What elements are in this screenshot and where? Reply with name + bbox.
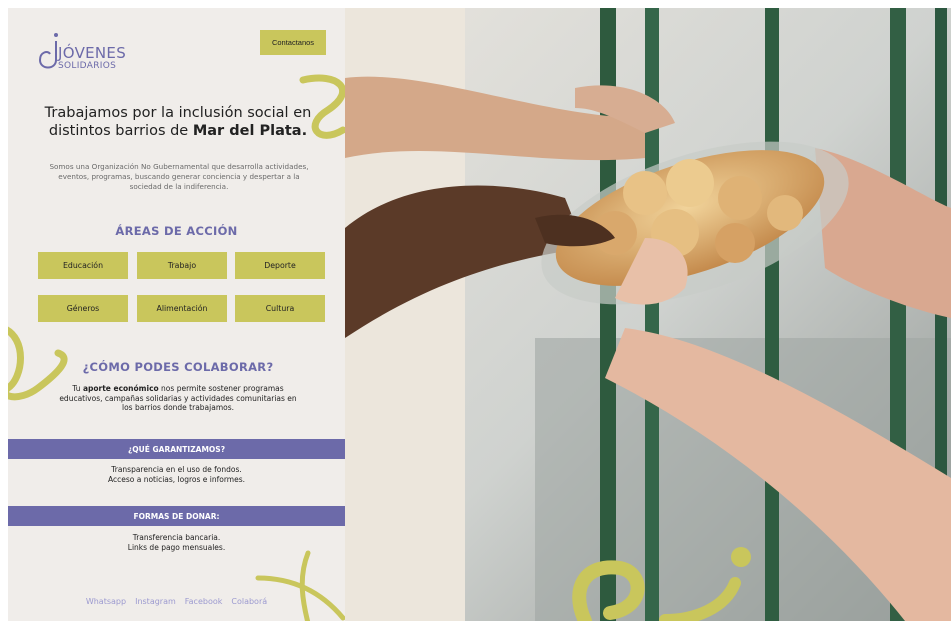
brand-logo[interactable]: JÓVENES SOLIDARIOS — [36, 28, 136, 76]
donate-band: FORMAS DE DONAR: — [8, 506, 345, 526]
collaborate-text: Tu aporte económico nos permite sostener… — [58, 384, 298, 413]
collaborate-text-prefix: Tu — [72, 384, 83, 393]
hero-title: Trabajamos por la inclusión social en di… — [28, 104, 328, 140]
area-gender-button[interactable]: Géneros — [38, 295, 128, 322]
hero-photo — [345, 8, 951, 621]
donate-text: Transferencia bancaria. Links de pago me… — [8, 533, 345, 553]
guarantee-band: ¿QUÉ GARANTIZAMOS? — [8, 439, 345, 459]
intro-text: Somos una Organización No Gubernamental … — [49, 162, 309, 191]
area-culture-button[interactable]: Cultura — [235, 295, 325, 322]
footer-link-whatsapp[interactable]: Whatsapp — [86, 597, 126, 606]
collaborate-title: ¿CÓMO PODES COLABORAR? — [82, 360, 274, 374]
footer-link-collaborate[interactable]: Colaborá — [231, 597, 267, 606]
area-food-button[interactable]: Alimentación — [137, 295, 227, 322]
footer-link-facebook[interactable]: Facebook — [185, 597, 223, 606]
donate-line1: Transferencia bancaria. — [132, 533, 221, 542]
footer-links: Whatsapp Instagram Facebook Colaborá — [8, 597, 345, 606]
photo-hands-sharing-food — [345, 8, 951, 621]
hero-title-city: Mar del Plata. — [192, 123, 308, 139]
area-sport-button[interactable]: Deporte — [235, 252, 325, 279]
contact-button[interactable]: Contactanos — [260, 30, 326, 55]
footer-link-instagram[interactable]: Instagram — [135, 597, 176, 606]
logo-line2: SOLIDARIOS — [58, 61, 117, 71]
info-panel: JÓVENES SOLIDARIOS Contactanos Trabajamo… — [8, 8, 345, 621]
areas-title: ÁREAS DE ACCIÓN — [115, 224, 238, 238]
guarantee-text: Transparencia en el uso de fondos. Acces… — [8, 465, 345, 485]
page: JÓVENES SOLIDARIOS Contactanos Trabajamo… — [8, 8, 951, 621]
logo-line1: JÓVENES — [58, 44, 127, 62]
guarantee-line1: Transparencia en el uso de fondos. — [111, 465, 242, 474]
guarantee-line2: Acceso a noticias, logros e informes. — [107, 475, 246, 484]
area-work-button[interactable]: Trabajo — [137, 252, 227, 279]
collaborate-text-bold: aporte económico — [82, 384, 159, 393]
squiggle-decoration-bottom — [255, 550, 345, 621]
donate-line2: Links de pago mensuales. — [127, 543, 226, 552]
area-education-button[interactable]: Educación — [38, 252, 128, 279]
